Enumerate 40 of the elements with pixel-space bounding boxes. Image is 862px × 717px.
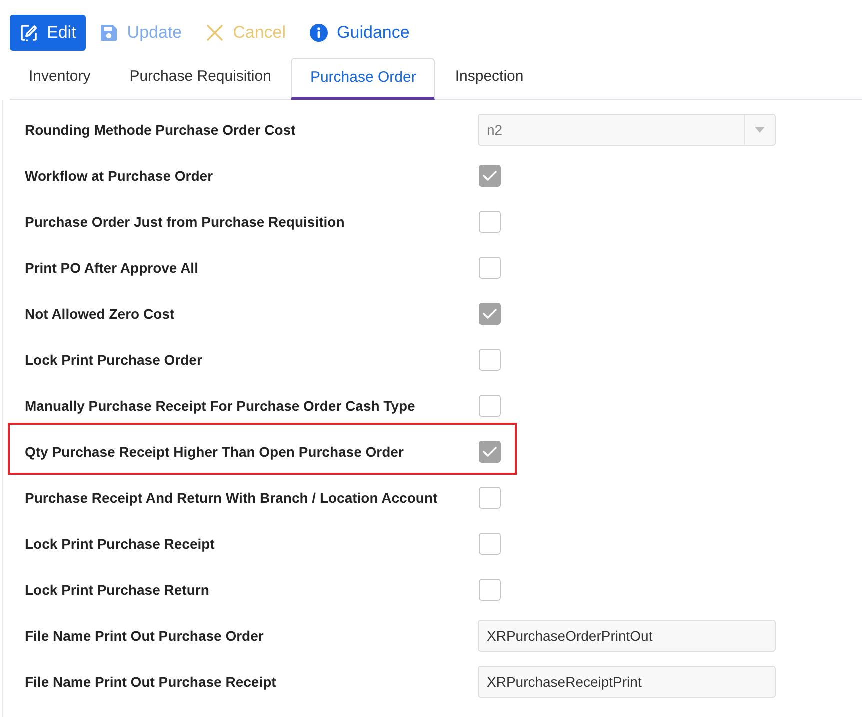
checkbox[interactable] — [479, 579, 501, 601]
tab[interactable]: Inventory — [10, 57, 110, 99]
check-icon — [483, 447, 497, 457]
setting-label: File Name Print Out Purchase Order — [25, 626, 265, 646]
setting-label: Lock Print Purchase Return — [25, 580, 210, 600]
checkbox[interactable] — [479, 441, 501, 463]
setting-label: Lock Print Purchase Receipt — [25, 534, 216, 554]
setting-label: Manually Purchase Receipt For Purchase Order Cash Type — [25, 396, 416, 416]
checkbox[interactable] — [479, 487, 501, 509]
checkbox[interactable] — [479, 165, 501, 187]
setting-label: Qty Purchase Receipt Higher Than Open Purchase Order — [25, 442, 405, 462]
tab[interactable]: Purchase Order — [291, 58, 436, 100]
info-icon — [310, 24, 328, 42]
edit-button[interactable]: Edit — [10, 15, 86, 51]
dropdown-field[interactable]: n2 — [478, 114, 776, 146]
tab[interactable]: Inspection — [436, 57, 543, 99]
check-icon — [483, 171, 497, 181]
setting-label: Workflow at Purchase Order — [25, 166, 214, 186]
setting-label: Print PO After Approve All — [25, 258, 200, 278]
text-field[interactable]: XRPurchaseOrderPrintOut — [478, 620, 776, 652]
tab[interactable]: Purchase Requisition — [110, 57, 290, 99]
text-field[interactable]: XRPurchaseReceiptPrint — [478, 666, 776, 698]
setting-label: Rounding Methode Purchase Order Cost — [25, 120, 297, 140]
setting-label: Lock Print Purchase Order — [25, 350, 204, 370]
checkbox[interactable] — [479, 211, 501, 233]
setting-label: Not Allowed Zero Cost — [25, 304, 176, 324]
checkbox[interactable] — [479, 303, 501, 325]
setting-label: Purchase Order Just from Purchase Requisition — [25, 212, 346, 232]
checkbox[interactable] — [479, 533, 501, 555]
close-icon — [206, 24, 224, 42]
check-icon — [483, 309, 497, 319]
setting-label: File Name Print Out Purchase Receipt — [25, 672, 278, 692]
checkbox[interactable] — [479, 257, 501, 279]
checkbox[interactable] — [479, 349, 501, 371]
setting-label: Purchase Receipt And Return With Branch / Location Account — [25, 488, 439, 508]
info-button[interactable]: Guidance — [300, 15, 420, 51]
edit-icon — [20, 24, 38, 42]
checkbox[interactable] — [479, 395, 501, 417]
caret-icon — [755, 127, 765, 133]
save-icon — [100, 24, 118, 42]
